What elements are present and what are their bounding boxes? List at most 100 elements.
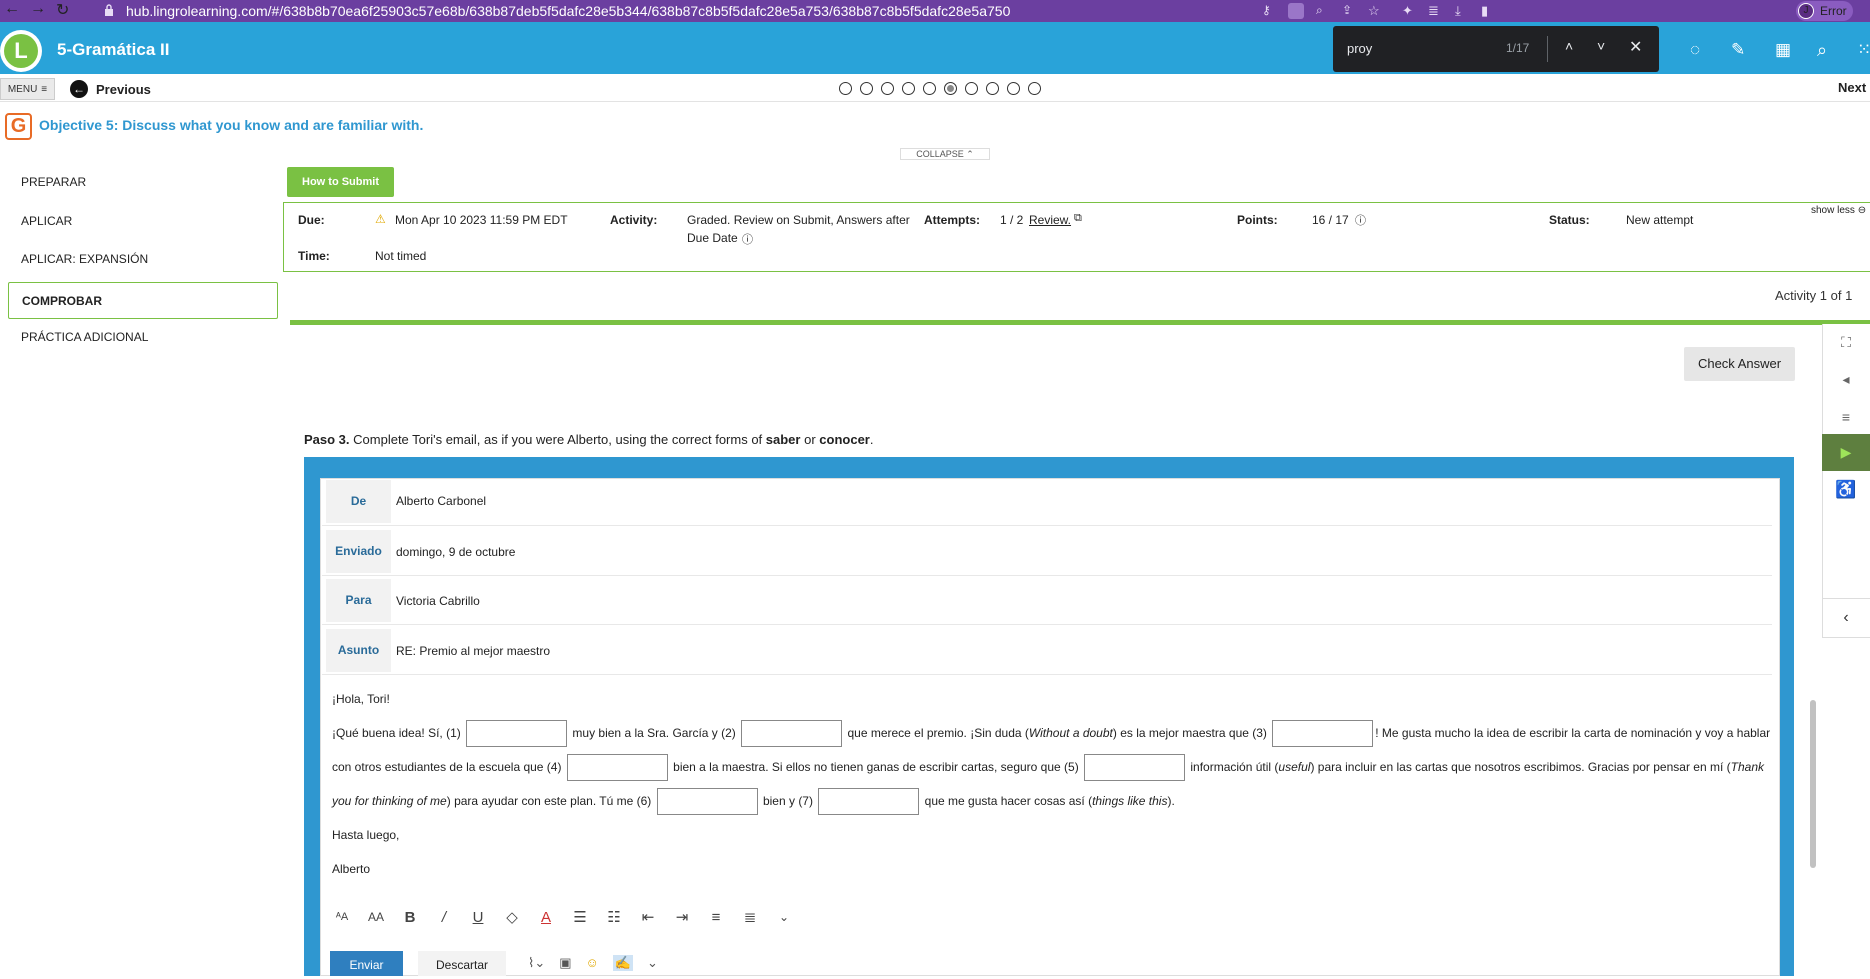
highlight-icon[interactable]: ◇ — [502, 908, 522, 926]
more-options-icon[interactable]: ⌄ — [647, 955, 658, 971]
from-value: Alberto Carbonel — [396, 494, 487, 508]
warning-icon: ⚠ — [375, 212, 386, 226]
search-icon[interactable]: ⌕ — [1817, 40, 1839, 62]
page-dot-active[interactable] — [944, 82, 957, 95]
send-button[interactable]: Enviar — [330, 951, 403, 976]
font-size-decrease-icon[interactable]: ᴬA — [332, 911, 352, 923]
page-dot[interactable] — [902, 82, 915, 95]
font-size-increase-icon[interactable]: AA — [366, 910, 386, 924]
chat-icon[interactable]: ◌ — [1690, 40, 1712, 62]
sidebar-item-comprobar[interactable]: COMPROBAR — [8, 282, 278, 319]
info-icon[interactable]: ⓘ — [1355, 212, 1366, 228]
emoji-icon[interactable]: ☺ — [586, 955, 599, 971]
to-value: Victoria Cabrillo — [396, 594, 480, 608]
discard-button[interactable]: Descartar — [418, 951, 506, 976]
page-dot[interactable] — [881, 82, 894, 95]
hamburger-icon: ≡ — [41, 83, 48, 95]
previous-label: Previous — [96, 81, 151, 97]
external-link-icon[interactable]: ⧉ — [1074, 212, 1082, 225]
apps-grid-icon[interactable]: ⁙ — [1857, 40, 1870, 62]
blank-2-input[interactable] — [741, 720, 843, 748]
find-previous-icon[interactable]: ˄ — [1565, 38, 1573, 54]
previous-button[interactable]: ← Previous — [70, 80, 151, 98]
reload-icon[interactable]: ↻ — [56, 0, 69, 20]
find-close-icon[interactable]: ✕ — [1629, 37, 1642, 57]
find-next-icon[interactable]: ˅ — [1597, 38, 1605, 54]
back-icon[interactable]: ← — [4, 0, 20, 18]
forward-icon[interactable]: → — [30, 0, 46, 18]
info-icon[interactable]: ⓘ — [742, 231, 753, 247]
star-icon[interactable]: ☆ — [1368, 3, 1384, 19]
address-bar[interactable]: hub.lingrolearning.com/#/638b8b70ea6f259… — [126, 3, 1010, 19]
next-button[interactable]: Next — [1838, 80, 1866, 95]
blank-5-input[interactable] — [1084, 754, 1186, 782]
blank-6-input[interactable] — [656, 788, 758, 816]
blank-4-input[interactable] — [566, 754, 668, 782]
blank-3-input[interactable] — [1272, 720, 1374, 748]
page-dot[interactable] — [965, 82, 978, 95]
page-dot[interactable] — [1028, 82, 1041, 95]
zoom-icon[interactable]: ⌕ — [1316, 3, 1332, 19]
chevron-left-icon[interactable]: ‹ — [1822, 598, 1870, 638]
check-answer-button[interactable]: Check Answer — [1684, 347, 1795, 381]
sent-label: Enviado — [326, 530, 391, 573]
page-dot[interactable] — [839, 82, 852, 95]
body-text: ) para ayudar con este plan. Tú me (6) — [446, 794, 655, 808]
bold-icon[interactable]: B — [400, 909, 420, 926]
sidebar-item-preparar[interactable]: PREPARAR — [8, 164, 278, 200]
font-color-icon[interactable]: A — [536, 909, 556, 926]
page-dot[interactable] — [860, 82, 873, 95]
image-icon[interactable]: ▣ — [559, 955, 571, 971]
page-search-icon[interactable] — [1288, 3, 1304, 19]
edit-icon[interactable]: ✎ — [1731, 40, 1753, 62]
review-link[interactable]: Review. — [1029, 213, 1071, 227]
page-dot[interactable] — [923, 82, 936, 95]
body-text: bien a la maestra. Si ellos no tienen ga… — [669, 760, 1083, 774]
page-dot[interactable] — [986, 82, 999, 95]
from-label: De — [326, 480, 391, 523]
show-less-toggle[interactable]: show less ⊖ — [1811, 205, 1866, 216]
menu-button[interactable]: MENU ≡ — [0, 78, 55, 100]
blank-7-input[interactable] — [818, 788, 920, 816]
align-center-icon[interactable]: ≣ — [740, 908, 760, 926]
calendar-icon[interactable]: ▦ — [1775, 40, 1797, 62]
collapse-button[interactable]: COLLAPSE ⌃ — [900, 148, 990, 160]
extensions-icon[interactable]: ✦ — [1402, 3, 1418, 19]
page-dot[interactable] — [1007, 82, 1020, 95]
signature-icon[interactable]: ✍ — [612, 955, 634, 971]
download-icon[interactable]: ⤓ — [1455, 3, 1471, 19]
indent-icon[interactable]: ⇥ — [672, 908, 692, 926]
attachment-icon[interactable]: ⌇⌄ — [528, 955, 545, 971]
lock-icon[interactable] — [104, 4, 114, 16]
accessibility-icon[interactable]: ♿ — [1822, 471, 1870, 508]
triangle-left-icon[interactable]: ◂ — [1822, 361, 1870, 398]
blank-1-input[interactable] — [466, 720, 568, 748]
profile-button[interactable]: J Error — [1796, 1, 1853, 21]
reading-list-icon[interactable]: ≣ — [1428, 3, 1444, 19]
numbered-list-icon[interactable]: ☷ — [604, 908, 624, 926]
body-italic: useful — [1278, 760, 1311, 774]
sidebar-item-aplicar-expansion[interactable]: APLICAR: EXPANSIÓN — [8, 241, 278, 277]
compose-tools: ⌇⌄ ▣ ☺ ✍ ⌄ — [528, 955, 658, 971]
list-icon[interactable]: ≡ — [1822, 398, 1870, 435]
play-icon[interactable]: ▶ — [1822, 434, 1870, 471]
underline-icon[interactable]: U — [468, 909, 488, 926]
fullscreen-icon[interactable]: ⛶ — [1822, 324, 1870, 361]
sidebar-item-aplicar[interactable]: APLICAR — [8, 203, 278, 239]
find-input[interactable]: proy — [1347, 41, 1372, 56]
key-icon[interactable]: ⚷ — [1262, 3, 1278, 19]
bullet-list-icon[interactable]: ☰ — [570, 908, 590, 926]
sidebar-item-practica-adicional[interactable]: PRÁCTICA ADICIONAL — [8, 319, 278, 355]
italic-icon[interactable]: / — [434, 909, 454, 926]
side-panel-icon[interactable]: ▮ — [1481, 3, 1497, 19]
find-count: 1/17 — [1506, 41, 1530, 55]
objective-title: Objective 5: Discuss what you know and a… — [39, 117, 424, 133]
chevron-down-icon[interactable]: ⌄ — [774, 910, 794, 924]
activity-count: Activity 1 of 1 — [1775, 288, 1853, 303]
share-icon[interactable]: ⇪ — [1342, 3, 1358, 19]
outdent-icon[interactable]: ⇤ — [638, 908, 658, 926]
how-to-submit-button[interactable]: How to Submit — [287, 167, 394, 197]
scrollbar[interactable] — [1810, 700, 1816, 868]
align-left-icon[interactable]: ≡ — [706, 909, 726, 926]
profile-status: Error — [1820, 4, 1847, 18]
